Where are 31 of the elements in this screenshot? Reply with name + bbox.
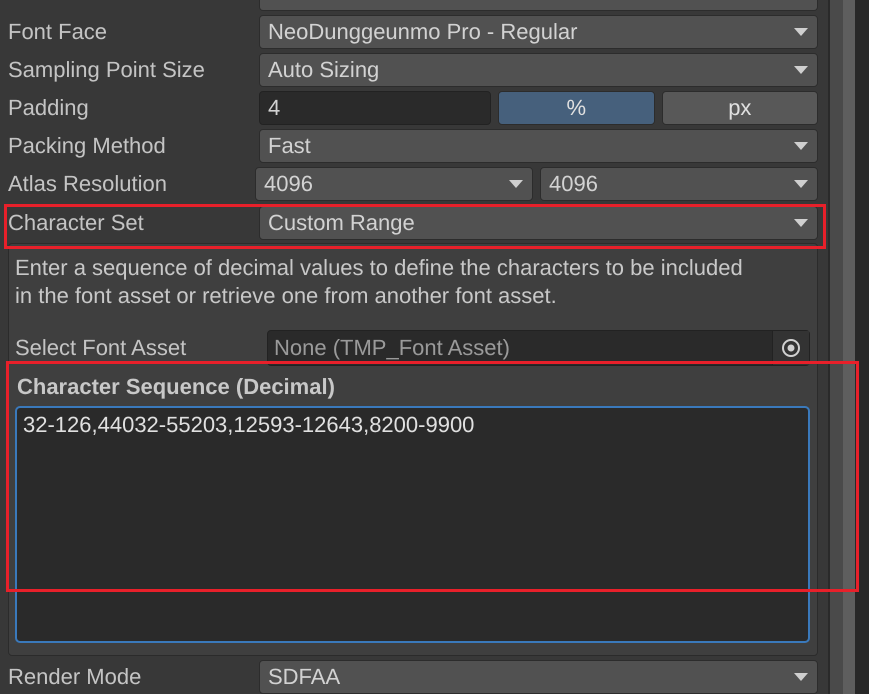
dropdown-arrow-icon	[793, 218, 810, 228]
dropdown[interactable]: Auto Sizing	[259, 52, 818, 87]
input-field[interactable]: 4	[259, 91, 491, 126]
dropdown-arrow-icon	[793, 179, 810, 190]
scrollbar[interactable]	[828, 0, 856, 694]
dropdown-arrow-icon	[793, 672, 810, 682]
field-label: Font Face	[8, 18, 108, 45]
dropdown[interactable]: 4096	[540, 167, 818, 202]
dropdown[interactable]: Fast	[259, 129, 818, 164]
field-label: Sampling Point Size	[8, 56, 206, 83]
unit-toggle[interactable]: %	[498, 91, 655, 126]
dropdown-arrow-icon	[793, 64, 810, 75]
unit-toggle[interactable]: px	[662, 91, 818, 126]
dropdown-arrow-icon	[793, 26, 810, 37]
field-label: Select Font Asset	[15, 334, 188, 361]
dropdown[interactable]: Custom Range	[259, 206, 818, 240]
dropdown-arrow-icon	[793, 141, 810, 152]
field-label: Padding	[8, 95, 90, 122]
dropdown[interactable]: SDFAA	[259, 660, 818, 694]
dropdown-arrow-icon	[508, 179, 524, 190]
text-area[interactable]: 32-126,44032-55203,12593-12643,8200-9900	[15, 406, 810, 643]
section-title: Character Sequence (Decimal)	[17, 374, 336, 400]
object-field[interactable]: None (TMP_Font Asset)	[267, 330, 810, 366]
field-label: Atlas Resolution	[8, 171, 168, 198]
dropdown[interactable]: NeoDunggeunmo Pro - Regular	[259, 14, 818, 49]
target-icon[interactable]	[781, 338, 802, 358]
field-label: Character Set	[8, 210, 145, 236]
dropdown[interactable]: 4096	[255, 167, 534, 202]
help-text: Enter a sequence of decimal values to define the characters to be included in the font asset or retrieve one from another font asset.	[15, 254, 744, 310]
field-label: Packing Method	[8, 133, 167, 160]
field-label: Render Mode	[8, 664, 142, 690]
